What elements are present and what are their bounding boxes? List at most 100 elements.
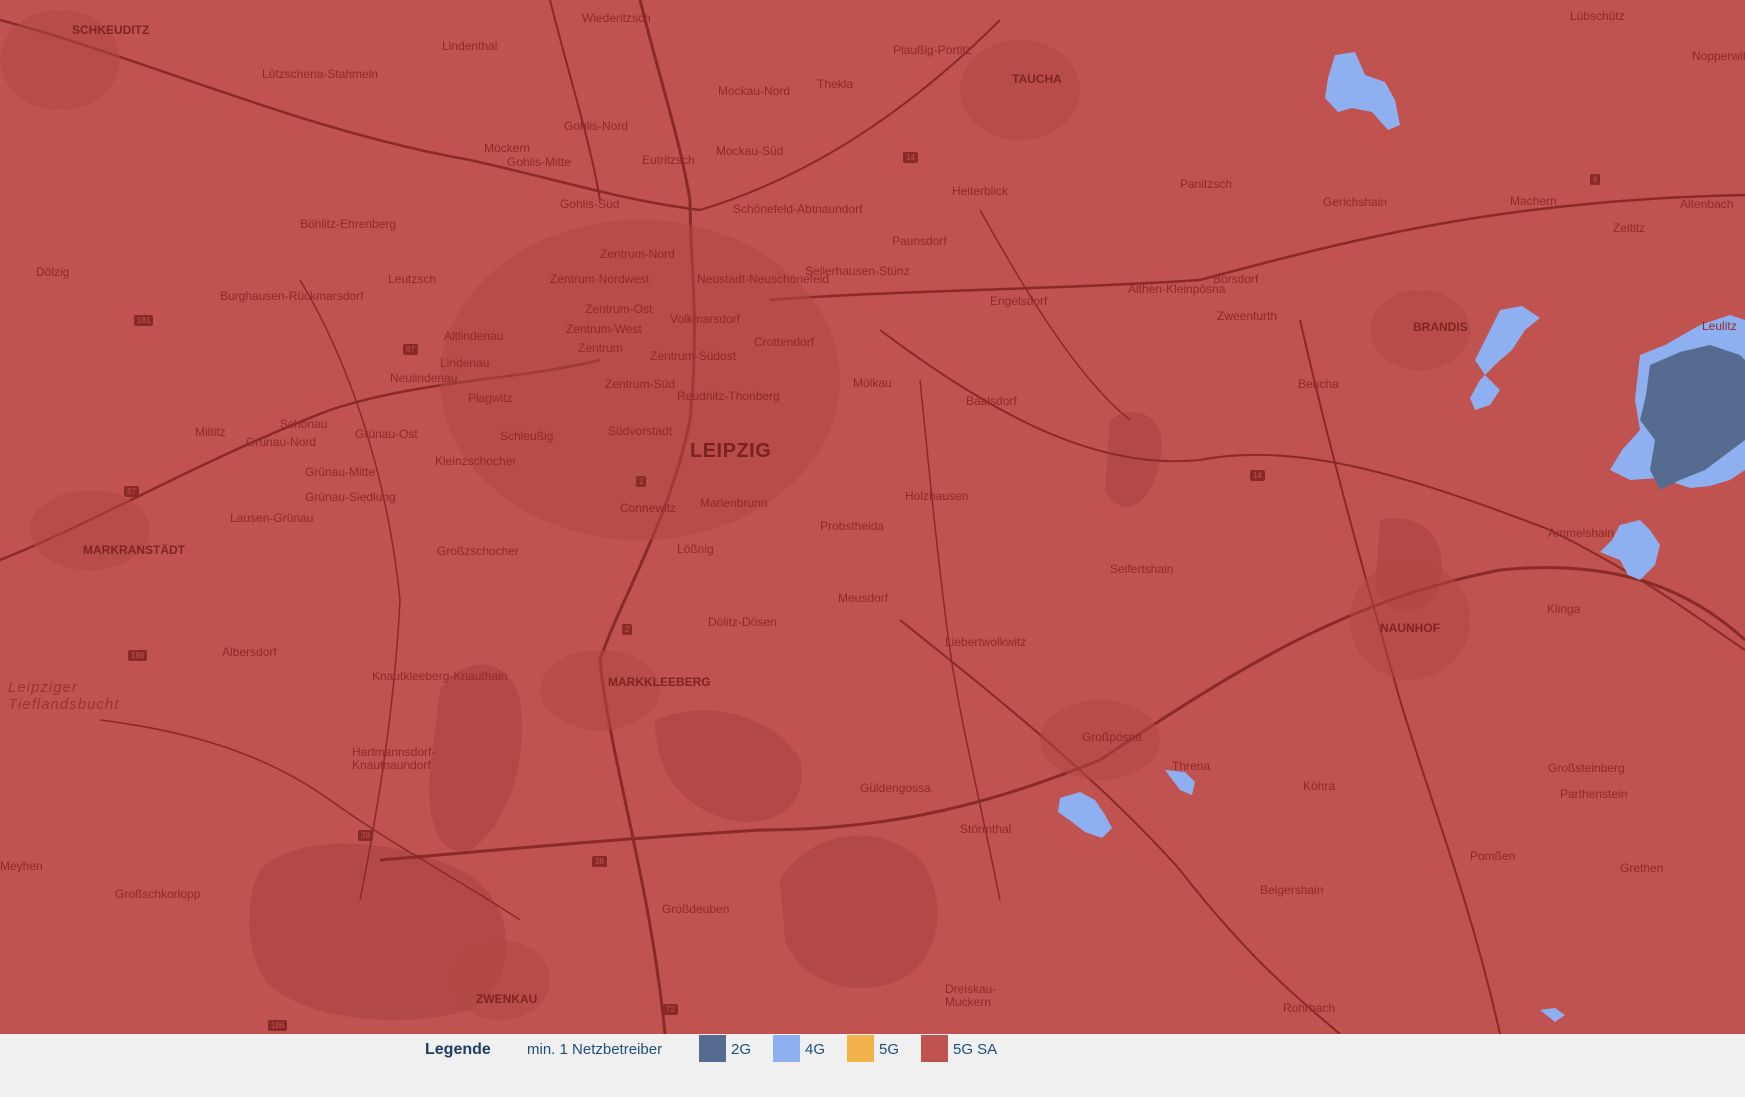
place-label: Mockau-Süd bbox=[716, 144, 784, 158]
road-number-badge: 6 bbox=[1590, 174, 1601, 185]
place-label: Zentrum-Nordwest bbox=[550, 272, 650, 286]
place-label: Ammelshain bbox=[1548, 526, 1615, 540]
place-label: SCHKEUDITZ bbox=[72, 23, 150, 37]
place-label: Klinga bbox=[1547, 602, 1581, 616]
place-label: Großpösna bbox=[1082, 730, 1143, 744]
place-label: Rohrbach bbox=[1283, 1001, 1336, 1015]
place-label: Schönefeld-Abtnaundorf bbox=[733, 202, 863, 216]
place-label: Zweenfurth bbox=[1217, 309, 1278, 323]
place-label: Gerichshain bbox=[1323, 195, 1388, 209]
legend-swatch bbox=[773, 1035, 800, 1062]
place-label: Plagwitz bbox=[468, 391, 513, 405]
place-label: Zentrum-Nord bbox=[600, 247, 675, 261]
coverage-4g-threna bbox=[1165, 770, 1195, 795]
place-label: Eutritzsch bbox=[642, 153, 695, 167]
place-label: Großsteinberg bbox=[1548, 761, 1625, 775]
coverage-4g-north bbox=[1325, 52, 1400, 130]
road-number-badge: 72 bbox=[663, 1004, 678, 1015]
place-label: Schleußig bbox=[500, 429, 554, 443]
lake-markkleeberger bbox=[655, 710, 802, 822]
place-label: Lindenthal bbox=[442, 39, 498, 53]
legend-label: 4G bbox=[805, 1041, 826, 1058]
place-label: Kleinzschocher bbox=[435, 454, 517, 468]
place-label: Sellerhausen-Stünz bbox=[805, 264, 910, 278]
place-label: Zentrum-West bbox=[566, 322, 642, 336]
place-label: LEIPZIG bbox=[690, 440, 772, 462]
coverage-4g-brandis bbox=[1470, 306, 1540, 410]
legend-label: 5G SA bbox=[953, 1041, 998, 1058]
road-number-badge: 14 bbox=[1250, 470, 1265, 481]
place-label: Mölkau bbox=[853, 376, 892, 390]
place-label: Paunsdorf bbox=[892, 234, 947, 248]
place-label: Leutzsch bbox=[388, 272, 437, 286]
place-label: Hartmannsdorf-Knautnaundorf bbox=[352, 745, 436, 773]
legend-swatch bbox=[699, 1035, 726, 1062]
place-label: Altlindenau bbox=[444, 329, 504, 343]
place-label: Dölitz-Dösen bbox=[708, 615, 777, 629]
place-label: Schönau bbox=[280, 417, 328, 431]
place-label: Zeititz bbox=[1613, 221, 1646, 235]
place-label: Lößnig bbox=[677, 542, 714, 556]
place-label: Beucha bbox=[1298, 377, 1339, 391]
place-label: ZWENKAU bbox=[476, 992, 538, 1006]
road-number-badge: 87 bbox=[403, 344, 418, 355]
place-label: Köhra bbox=[1303, 779, 1336, 793]
place-label: Böhlitz-Ehrenberg bbox=[300, 217, 397, 231]
legend-swatch bbox=[921, 1035, 948, 1062]
place-label: Albersdorf bbox=[222, 645, 277, 659]
place-label: Threna bbox=[1172, 759, 1211, 773]
lake-stormthaler bbox=[780, 835, 938, 988]
water-bodies bbox=[249, 412, 1442, 1020]
place-label: Grünau-Mitte bbox=[305, 465, 376, 479]
place-label: Leipziger Tieflandsbucht bbox=[8, 679, 120, 713]
place-label: Wiederitzsch bbox=[582, 11, 651, 25]
legend-subtitle: min. 1 Netzbetreiber bbox=[527, 1041, 663, 1058]
road-north bbox=[549, 0, 601, 201]
coverage-4g-south-east bbox=[1540, 1008, 1565, 1022]
place-label: Grethen bbox=[1620, 861, 1664, 875]
place-label: Thekla bbox=[817, 77, 854, 91]
place-label: Volkmarsdorf bbox=[670, 312, 741, 326]
place-label: Zentrum-Südost bbox=[650, 349, 737, 363]
place-label: MARKRANSTÄDT bbox=[83, 543, 185, 557]
place-label: Großzschocher bbox=[437, 544, 520, 558]
place-label: Grünau-Ost bbox=[355, 427, 418, 441]
place-label: Südvorstadt bbox=[608, 424, 673, 438]
place-label: Altenbach bbox=[1680, 197, 1734, 211]
place-label: NAUNHOF bbox=[1380, 621, 1440, 635]
place-label: Nopperwitz bbox=[1692, 49, 1745, 63]
coverage-map[interactable]: SCHKEUDITZ Wiederitzsch Lindenthal Lützs… bbox=[0, 0, 1745, 1034]
coverage-4g-grosspoesna bbox=[1058, 792, 1112, 838]
place-label: Heiterblick bbox=[952, 184, 1009, 198]
road-number-badge: 38 bbox=[592, 856, 607, 867]
place-label: Gohlis-Süd bbox=[560, 197, 620, 211]
place-label: Leulitz bbox=[1702, 319, 1737, 333]
place-label: Crottendorf bbox=[754, 335, 815, 349]
place-label: Engelsdorf bbox=[990, 294, 1048, 308]
place-label: Güldengossa bbox=[860, 781, 931, 795]
place-label: Zentrum bbox=[578, 341, 623, 355]
road-number-badge: 87 bbox=[124, 486, 139, 497]
place-label: Borsdorf bbox=[1213, 272, 1259, 286]
place-label: Lübschütz bbox=[1570, 9, 1625, 23]
place-label: Holzhausen bbox=[905, 489, 969, 503]
legend-label: 2G bbox=[731, 1041, 752, 1058]
place-label: Panitzsch bbox=[1180, 177, 1233, 191]
place-label: Möckern bbox=[484, 141, 531, 155]
road-number-badge: 2 bbox=[622, 624, 633, 635]
road-number-badge: 186 bbox=[128, 650, 148, 661]
place-label: Althen-Kleinpösna bbox=[1128, 282, 1226, 296]
place-label: Connewitz bbox=[620, 501, 677, 515]
place-label: Baalsdorf bbox=[966, 394, 1017, 408]
legend-swatch bbox=[847, 1035, 874, 1062]
urban-areas bbox=[0, 10, 1470, 1020]
place-label: Lausen-Grünau bbox=[230, 511, 314, 525]
place-label: Neulindenau bbox=[390, 371, 458, 385]
place-label: Pomßen bbox=[1470, 849, 1516, 863]
place-label: Plaußig-Portitz bbox=[893, 43, 972, 57]
road-west-south bbox=[299, 279, 401, 901]
place-label: Störmthal bbox=[960, 822, 1012, 836]
place-label: TAUCHA bbox=[1012, 72, 1062, 86]
place-label: BRANDIS bbox=[1413, 320, 1468, 334]
place-label: Knautkleeberg-Knauthain bbox=[372, 669, 508, 683]
